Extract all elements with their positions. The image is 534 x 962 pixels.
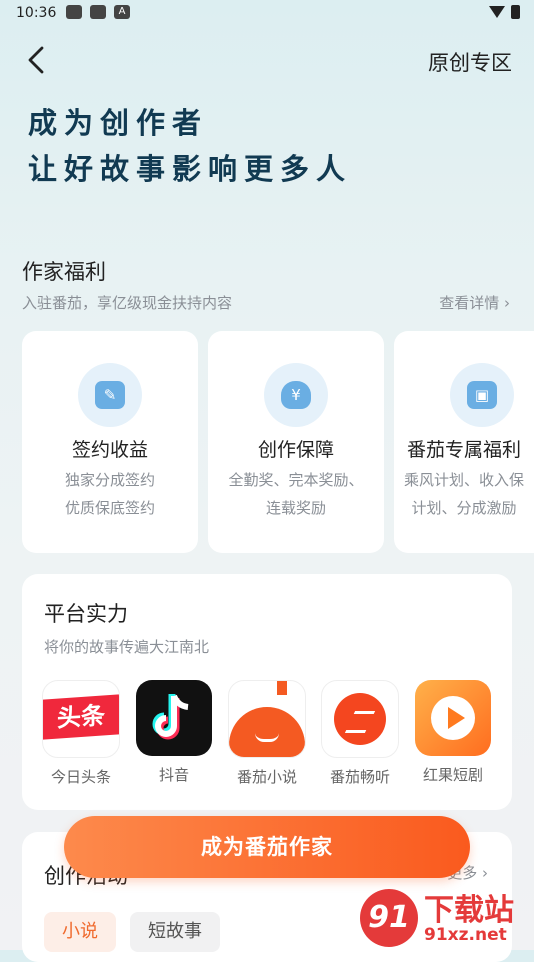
app-a-icon: A	[114, 5, 130, 19]
toutiao-icon: 头条	[42, 680, 120, 758]
benefit-card-exclusive[interactable]: ▣ 番茄专属福利 乘风计划、收入保 计划、分成激励	[394, 331, 534, 553]
app-fanqie-novel[interactable]: 番茄小说	[228, 680, 306, 787]
battery-icon	[511, 5, 520, 19]
site-watermark: 91 下载站 91xz.net	[360, 885, 534, 950]
hongguo-icon	[415, 680, 491, 756]
watermark-logo-icon: 91	[360, 889, 418, 947]
status-bar: 10:36 A	[0, 0, 534, 28]
navbar: 原创专区	[0, 40, 534, 80]
benefit-desc: 乘风计划、收入保	[403, 471, 524, 489]
fanqie-listen-icon	[321, 680, 399, 758]
app-toutiao[interactable]: 头条 今日头条	[42, 680, 120, 787]
app-name: 番茄畅听	[329, 768, 390, 786]
view-details-link[interactable]: 查看详情 ›	[439, 292, 510, 313]
app-hongguo[interactable]: 红果短剧	[414, 680, 492, 785]
gift-icon: ▣	[450, 363, 514, 427]
game-icon	[66, 5, 82, 19]
benefit-desc: 全勤奖、完本奖励、	[228, 471, 364, 489]
notification-icons: A	[66, 5, 130, 19]
chevron-right-icon: ›	[504, 294, 510, 312]
toutiao-logo-text: 头条	[43, 694, 119, 740]
benefit-desc: 连载奖励	[265, 499, 326, 517]
platform-card: 平台实力 将你的故事传遍大江南北 头条 今日头条 抖音 番茄小说 番茄畅听 红果…	[22, 574, 512, 810]
hero-line-1: 成为创作者	[28, 106, 209, 140]
hero-line-2: 让好故事影响更多人	[28, 152, 353, 186]
fanqie-novel-icon	[228, 680, 306, 758]
platform-title: 平台实力	[44, 602, 128, 626]
watermark-text: 下载站	[424, 893, 514, 928]
money-bag-icon: ¥	[264, 363, 328, 427]
benefits-subtitle: 入驻番茄，享亿级现金扶持内容	[22, 294, 233, 312]
app-name: 番茄小说	[236, 768, 297, 786]
platform-subtitle: 将你的故事传遍大江南北	[44, 638, 210, 656]
app-name: 红果短剧	[422, 766, 483, 784]
benefit-desc: 独家分成签约	[64, 471, 155, 489]
watermark-url: 91xz.net	[424, 925, 507, 945]
back-icon[interactable]	[24, 42, 54, 78]
contract-icon: ✎	[78, 363, 142, 427]
benefit-card-contract[interactable]: ✎ 签约收益 独家分成签约 优质保底签约	[22, 331, 198, 553]
hero-slogan: 成为创作者 让好故事影响更多人	[28, 100, 352, 192]
tab-novel[interactable]: 小说	[44, 912, 116, 952]
view-details-label: 查看详情	[439, 294, 500, 312]
chevron-right-icon: ›	[482, 864, 488, 882]
system-icons	[489, 5, 520, 19]
tab-short-story[interactable]: 短故事	[130, 912, 220, 952]
status-time: 10:36	[16, 5, 57, 21]
wifi-icon	[489, 6, 505, 18]
benefit-title: 番茄专属福利	[406, 439, 521, 461]
benefit-card-guarantee[interactable]: ¥ 创作保障 全勤奖、完本奖励、 连载奖励	[208, 331, 384, 553]
become-author-button[interactable]: 成为番茄作家	[64, 816, 470, 878]
app-name: 今日头条	[50, 768, 111, 786]
original-zone-link[interactable]: 原创专区	[428, 47, 512, 77]
benefit-desc: 优质保底签约	[64, 499, 155, 517]
weibo-icon	[90, 5, 106, 19]
app-douyin[interactable]: 抖音	[135, 680, 213, 785]
benefits-title: 作家福利	[22, 260, 106, 284]
benefit-title: 签约收益	[71, 439, 148, 461]
benefit-title: 创作保障	[257, 439, 334, 461]
douyin-icon	[136, 680, 212, 756]
app-fanqie-listen[interactable]: 番茄畅听	[321, 680, 399, 787]
app-name: 抖音	[158, 766, 189, 784]
benefit-desc: 计划、分成激励	[411, 499, 517, 517]
